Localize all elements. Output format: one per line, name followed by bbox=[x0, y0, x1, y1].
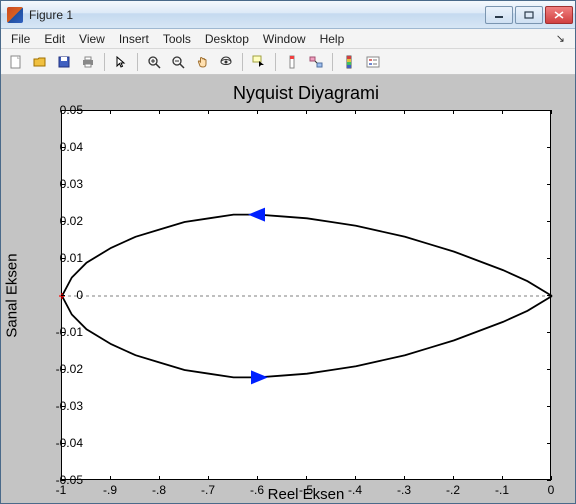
maximize-button[interactable] bbox=[515, 6, 543, 24]
close-button[interactable] bbox=[545, 6, 573, 24]
toolbar bbox=[1, 49, 575, 75]
series-nyquist-upper bbox=[62, 215, 552, 296]
dock-glyph[interactable]: ↘ bbox=[550, 30, 571, 47]
toolbar-separator bbox=[137, 53, 138, 71]
menu-help[interactable]: Help bbox=[314, 30, 351, 48]
datacursor-icon[interactable] bbox=[248, 51, 270, 73]
select-icon[interactable] bbox=[110, 51, 132, 73]
chart-title: Nyquist Diyagrami bbox=[61, 83, 551, 104]
xtick-label: -1 bbox=[56, 483, 67, 497]
figure-area: Nyquist Diyagrami Sanal Eksen Reel Eksen… bbox=[1, 75, 575, 503]
rotate3d-icon[interactable] bbox=[215, 51, 237, 73]
menu-view[interactable]: View bbox=[73, 30, 111, 48]
minimize-button[interactable] bbox=[485, 6, 513, 24]
menu-window[interactable]: Window bbox=[257, 30, 312, 48]
figure-window: Figure 1 File Edit View Insert Tools Des… bbox=[0, 0, 576, 504]
menu-insert[interactable]: Insert bbox=[113, 30, 155, 48]
direction-arrow-icon bbox=[248, 208, 265, 222]
ytick-label: -0.02 bbox=[47, 362, 83, 376]
xtick-label: -.9 bbox=[103, 483, 117, 497]
ytick-label: 0.03 bbox=[47, 177, 83, 191]
ytick-label: -0.04 bbox=[47, 436, 83, 450]
ytick-label: 0.01 bbox=[47, 251, 83, 265]
xtick-label: 0 bbox=[548, 483, 555, 497]
xtick-label: -.2 bbox=[446, 483, 460, 497]
ytick-label: 0.04 bbox=[47, 140, 83, 154]
colorbar-icon[interactable] bbox=[338, 51, 360, 73]
window-title: Figure 1 bbox=[29, 8, 485, 22]
matlab-icon bbox=[7, 7, 23, 23]
menubar: File Edit View Insert Tools Desktop Wind… bbox=[1, 29, 575, 49]
xtick-label: -.5 bbox=[299, 483, 313, 497]
menu-file[interactable]: File bbox=[5, 30, 36, 48]
xtick-label: -.8 bbox=[152, 483, 166, 497]
open-icon[interactable] bbox=[29, 51, 51, 73]
zoom-out-icon[interactable] bbox=[167, 51, 189, 73]
toolbar-separator bbox=[332, 53, 333, 71]
menu-desktop[interactable]: Desktop bbox=[199, 30, 255, 48]
plot-canvas bbox=[62, 111, 550, 479]
direction-arrow-icon bbox=[251, 370, 268, 384]
xtick-label: -.3 bbox=[397, 483, 411, 497]
y-axis-label: Sanal Eksen bbox=[3, 110, 21, 480]
ytick-label: 0 bbox=[47, 288, 83, 302]
print-icon[interactable] bbox=[77, 51, 99, 73]
toolbar-separator bbox=[242, 53, 243, 71]
zoom-in-icon[interactable] bbox=[143, 51, 165, 73]
xtick-label: -.1 bbox=[495, 483, 509, 497]
ytick-label: -0.03 bbox=[47, 399, 83, 413]
ytick-label: 0.02 bbox=[47, 214, 83, 228]
xtick-label: -.6 bbox=[250, 483, 264, 497]
xtick-label: -.7 bbox=[201, 483, 215, 497]
ytick-label: 0.05 bbox=[47, 103, 83, 117]
menu-tools[interactable]: Tools bbox=[157, 30, 197, 48]
legend-icon[interactable] bbox=[362, 51, 384, 73]
save-icon[interactable] bbox=[53, 51, 75, 73]
axes[interactable] bbox=[61, 110, 551, 480]
brush-icon[interactable] bbox=[281, 51, 303, 73]
titlebar[interactable]: Figure 1 bbox=[1, 1, 575, 29]
new-icon[interactable] bbox=[5, 51, 27, 73]
toolbar-separator bbox=[104, 53, 105, 71]
menu-edit[interactable]: Edit bbox=[38, 30, 71, 48]
toolbar-separator bbox=[275, 53, 276, 71]
xtick-label: -.4 bbox=[348, 483, 362, 497]
series-nyquist-lower bbox=[62, 296, 552, 377]
ytick-label: -0.01 bbox=[47, 325, 83, 339]
pan-icon[interactable] bbox=[191, 51, 213, 73]
link-icon[interactable] bbox=[305, 51, 327, 73]
window-buttons bbox=[485, 6, 573, 24]
